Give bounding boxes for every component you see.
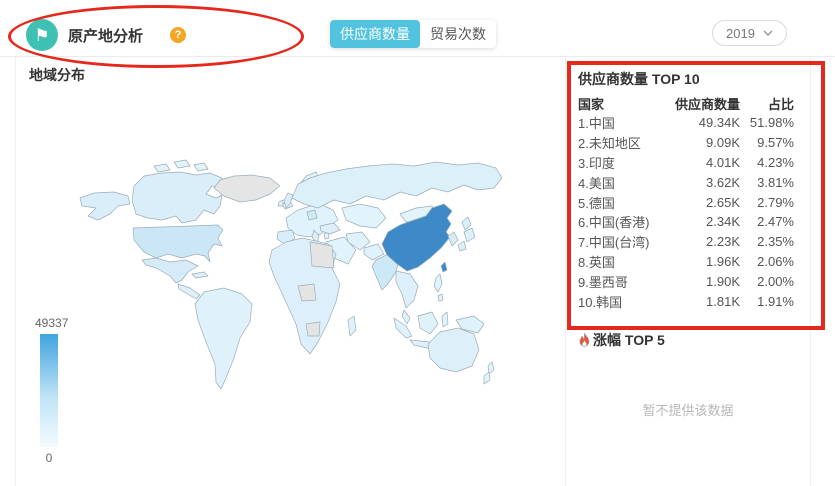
table-row: 7.中国(台湾) 2.23K 2.35% [578, 234, 794, 251]
origin-analysis-page: ⚑ 原产地分析 ? 供应商数量 贸易次数 2019 地域分布 49337 0 供… [0, 0, 835, 486]
table-row: 1.中国 49.34K 51.98% [578, 115, 794, 132]
world-map[interactable] [58, 138, 548, 438]
chevron-down-icon [763, 30, 773, 36]
metric-tabs: 供应商数量 贸易次数 [330, 20, 496, 48]
country-russia [291, 161, 503, 209]
rise-top5-title: 涨幅 TOP 5 [593, 332, 665, 348]
country-germany [306, 209, 318, 221]
year-dropdown-value: 2019 [726, 25, 755, 41]
table-row: 4.美国 3.62K 3.81% [578, 174, 794, 191]
top10-title: 供应商数量 TOP 10 [578, 71, 700, 87]
column-supplier-count: 供应商数量 [674, 97, 740, 112]
year-dropdown[interactable]: 2019 [712, 20, 787, 46]
no-data-message: 暂不提供该数据 [642, 403, 734, 418]
country-australia [427, 327, 480, 373]
column-share: 占比 [767, 97, 794, 112]
legend-max-value: 49337 [35, 316, 69, 330]
flag-badge-icon: ⚑ [26, 19, 58, 51]
table-row: 8.英国 1.96K 2.06% [578, 253, 794, 270]
table-row: 6.中国(香港) 2.34K 2.47% [578, 214, 794, 231]
map-region-north-america [79, 159, 294, 300]
help-icon[interactable]: ? [170, 27, 186, 43]
flame-icon [579, 332, 590, 347]
country-usa [132, 224, 224, 263]
top10-table-header: 国家 供应商数量 占比 [578, 94, 794, 113]
country-mexico [141, 257, 199, 284]
table-row: 10.韩国 1.81K 1.91% [578, 293, 794, 310]
tab-trade-count[interactable]: 贸易次数 [420, 20, 496, 48]
rise-top5-header: 涨幅 TOP 5 [578, 330, 665, 350]
country-taiwan [440, 261, 448, 273]
table-row: 5.德国 2.65K 2.79% [578, 194, 794, 211]
country-greenland [213, 174, 281, 203]
top10-table-body: 1.中国 49.34K 51.98% 2.未知地区 9.09K 9.57% 3.… [578, 113, 794, 311]
tab-supplier-count[interactable]: 供应商数量 [330, 20, 420, 48]
map-panel-title: 地域分布 [29, 67, 85, 83]
map-region-oceania [427, 327, 495, 385]
legend-min-value: 0 [45, 451, 53, 465]
column-country: 国家 [578, 97, 605, 112]
table-row: 9.墨西哥 1.90K 2.00% [578, 273, 794, 290]
panel-right-border [810, 57, 811, 486]
page-title: 原产地分析 [68, 28, 144, 45]
table-row: 3.印度 4.01K 4.23% [578, 154, 794, 171]
country-south-korea [447, 231, 459, 247]
top10-panel: 供应商数量 TOP 10 国家 供应商数量 占比 1.中国 49.34K 51.… [566, 56, 810, 486]
legend-gradient-bar [40, 334, 58, 447]
panel-left-border [15, 57, 16, 486]
map-legend: 49337 0 [34, 316, 94, 465]
map-region-south-america [194, 287, 253, 390]
table-row: 2.未知地区 9.09K 9.57% [578, 135, 794, 152]
